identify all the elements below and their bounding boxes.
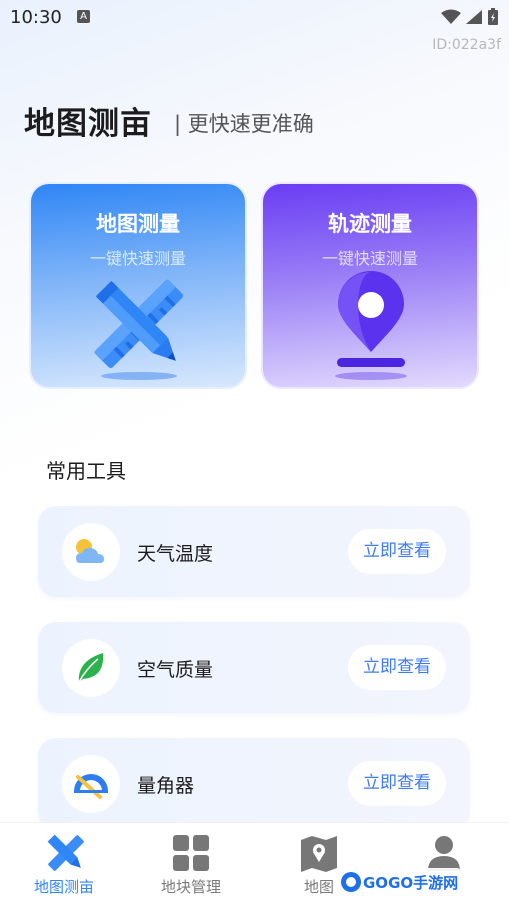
map-measure-card[interactable]: 地图测量 一键快速测量 [29,182,247,389]
status-time: 10:30 [10,7,62,28]
grid-icon [173,835,209,871]
map-icon [301,836,337,872]
page-subtitle: | 更快速更准确 [174,112,314,136]
watermark-logo-icon [341,872,361,892]
nav-item-map-measure[interactable]: 地图测亩 [4,823,124,905]
nav-label: 地块管理 [160,878,221,896]
nav-item-plot-management[interactable]: 地块管理 [131,823,251,905]
tool-label: 量角器 [137,775,195,797]
tools-heading: 常用工具 [46,459,126,483]
leaf-icon [62,639,120,697]
device-id: ID:022a3f [432,37,501,53]
notification-icon: A [77,10,90,23]
tool-label: 空气质量 [137,659,214,681]
tool-label: 天气温度 [137,543,214,565]
nav-label: 地图测亩 [33,878,94,896]
tool-row-weather[interactable]: 天气温度 立即查看 [38,506,470,597]
ruler-pencil-icon [94,279,184,380]
wifi-icon [441,9,461,24]
watermark-text: GOGO手游网 [363,873,459,892]
view-now-button[interactable]: 立即查看 [348,761,446,806]
battery-icon [488,8,498,25]
status-bar: 10:30 A [0,0,509,34]
track-measure-card[interactable]: 轨迹测量 一键快速测量 [261,182,479,389]
status-icons [441,7,499,27]
weather-icon [62,523,120,581]
page-title: 地图测亩 [24,106,152,142]
view-now-button[interactable]: 立即查看 [348,529,446,574]
watermark: GOGO手游网 [336,868,462,896]
signal-icon [466,10,482,24]
view-now-button[interactable]: 立即查看 [348,645,446,690]
tool-row-air-quality[interactable]: 空气质量 立即查看 [38,622,470,713]
tool-row-protractor[interactable]: 量角器 立即查看 [38,738,470,829]
protractor-icon [62,755,120,813]
ruler-pencil-icon [47,834,84,871]
location-pin-icon [335,271,407,380]
